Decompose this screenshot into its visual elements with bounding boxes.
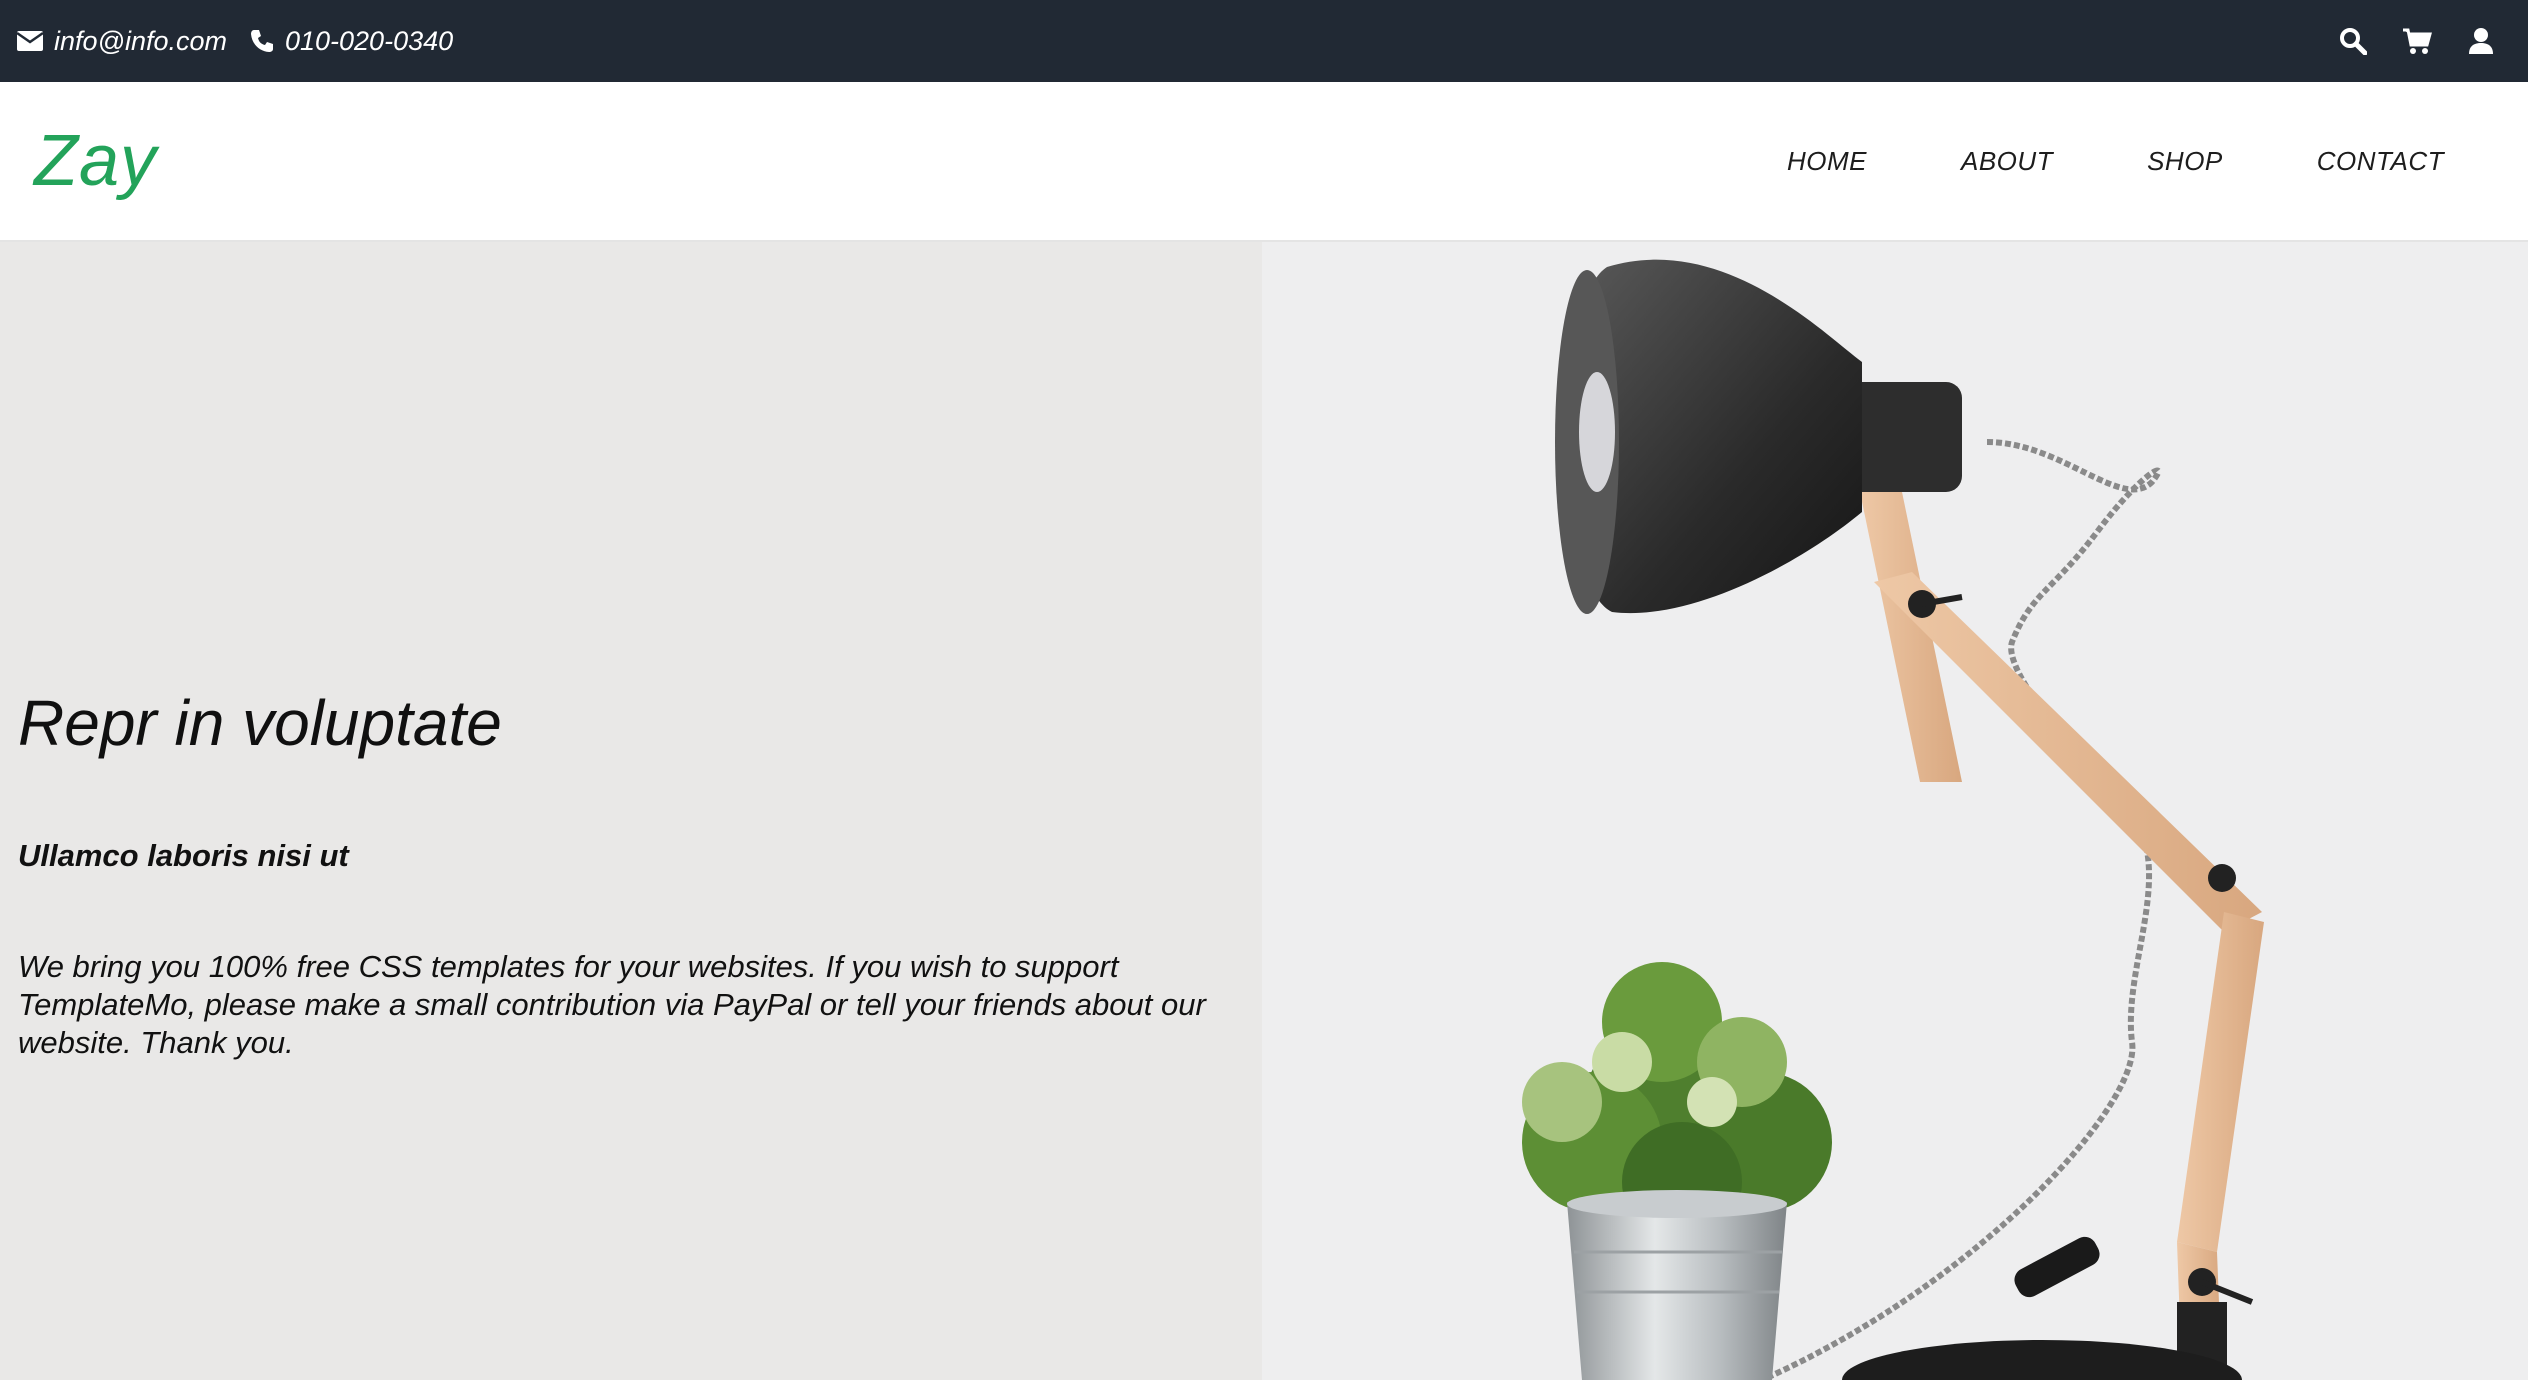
nav-contact[interactable]: CONTACT: [2317, 146, 2444, 177]
main-navbar: Zay HOME ABOUT SHOP CONTACT: [0, 82, 2528, 242]
hero-description: We bring you 100% free CSS templates for…: [18, 949, 1206, 1060]
nav-shop[interactable]: SHOP: [2147, 146, 2223, 177]
nav-about[interactable]: ABOUT: [1961, 146, 2053, 177]
envelope-icon: [16, 30, 44, 52]
phone-link[interactable]: 010-020-0340: [249, 26, 453, 57]
contact-info: info@info.com 010-020-0340: [16, 26, 453, 57]
desk-lamp-plant-image: [1522, 259, 2264, 1380]
hero-text-panel: Repr in voluptate Ullamco laboris nisi u…: [0, 242, 1262, 1380]
top-contact-bar: info@info.com 010-020-0340: [0, 0, 2528, 82]
cart-icon[interactable]: [2402, 26, 2432, 56]
hero-banner: Repr in voluptate Ullamco laboris nisi u…: [0, 242, 2528, 1380]
hero-image-panel: [1262, 242, 2528, 1380]
hero-title: Repr in voluptate: [18, 687, 502, 759]
email-link[interactable]: info@info.com: [16, 26, 227, 57]
brand-logo[interactable]: Zay: [34, 120, 157, 202]
nav-home[interactable]: HOME: [1787, 146, 1867, 177]
email-text[interactable]: info@info.com: [54, 26, 227, 57]
phone-text[interactable]: 010-020-0340: [285, 26, 453, 57]
search-icon[interactable]: [2338, 26, 2368, 56]
nav-links: HOME ABOUT SHOP CONTACT: [1787, 146, 2494, 177]
top-actions: [2338, 26, 2512, 56]
phone-icon: [249, 28, 275, 54]
user-icon[interactable]: [2466, 26, 2496, 56]
hero-subtitle: Ullamco laboris nisi ut: [18, 838, 349, 873]
